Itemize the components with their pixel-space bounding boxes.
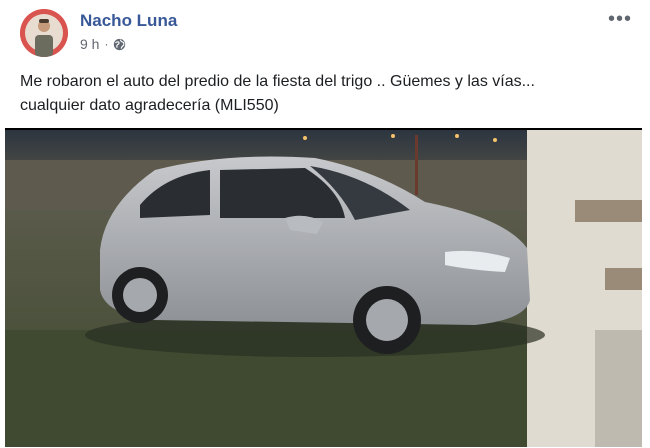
avatar[interactable] bbox=[20, 9, 68, 57]
post-text-line-1: Me robaron el auto del predio de la fies… bbox=[20, 73, 535, 90]
post-timestamp[interactable]: 9 h bbox=[80, 36, 99, 52]
stolen-car-photo bbox=[5, 130, 642, 447]
post-text: Me robaron el auto del predio de la fies… bbox=[20, 70, 630, 118]
avatar-image bbox=[20, 9, 68, 57]
facebook-post: Nacho Luna 9 h · ••• Me robaron el auto … bbox=[0, 0, 650, 448]
globe-icon[interactable] bbox=[113, 38, 126, 51]
post-text-line-2: cualquier dato agradecería (MLI550) bbox=[20, 97, 279, 114]
post-photo[interactable] bbox=[5, 128, 642, 447]
more-options-icon[interactable]: ••• bbox=[606, 8, 634, 30]
separator-dot: · bbox=[104, 37, 109, 51]
author-name[interactable]: Nacho Luna bbox=[80, 11, 177, 31]
post-meta: 9 h · bbox=[80, 36, 126, 52]
